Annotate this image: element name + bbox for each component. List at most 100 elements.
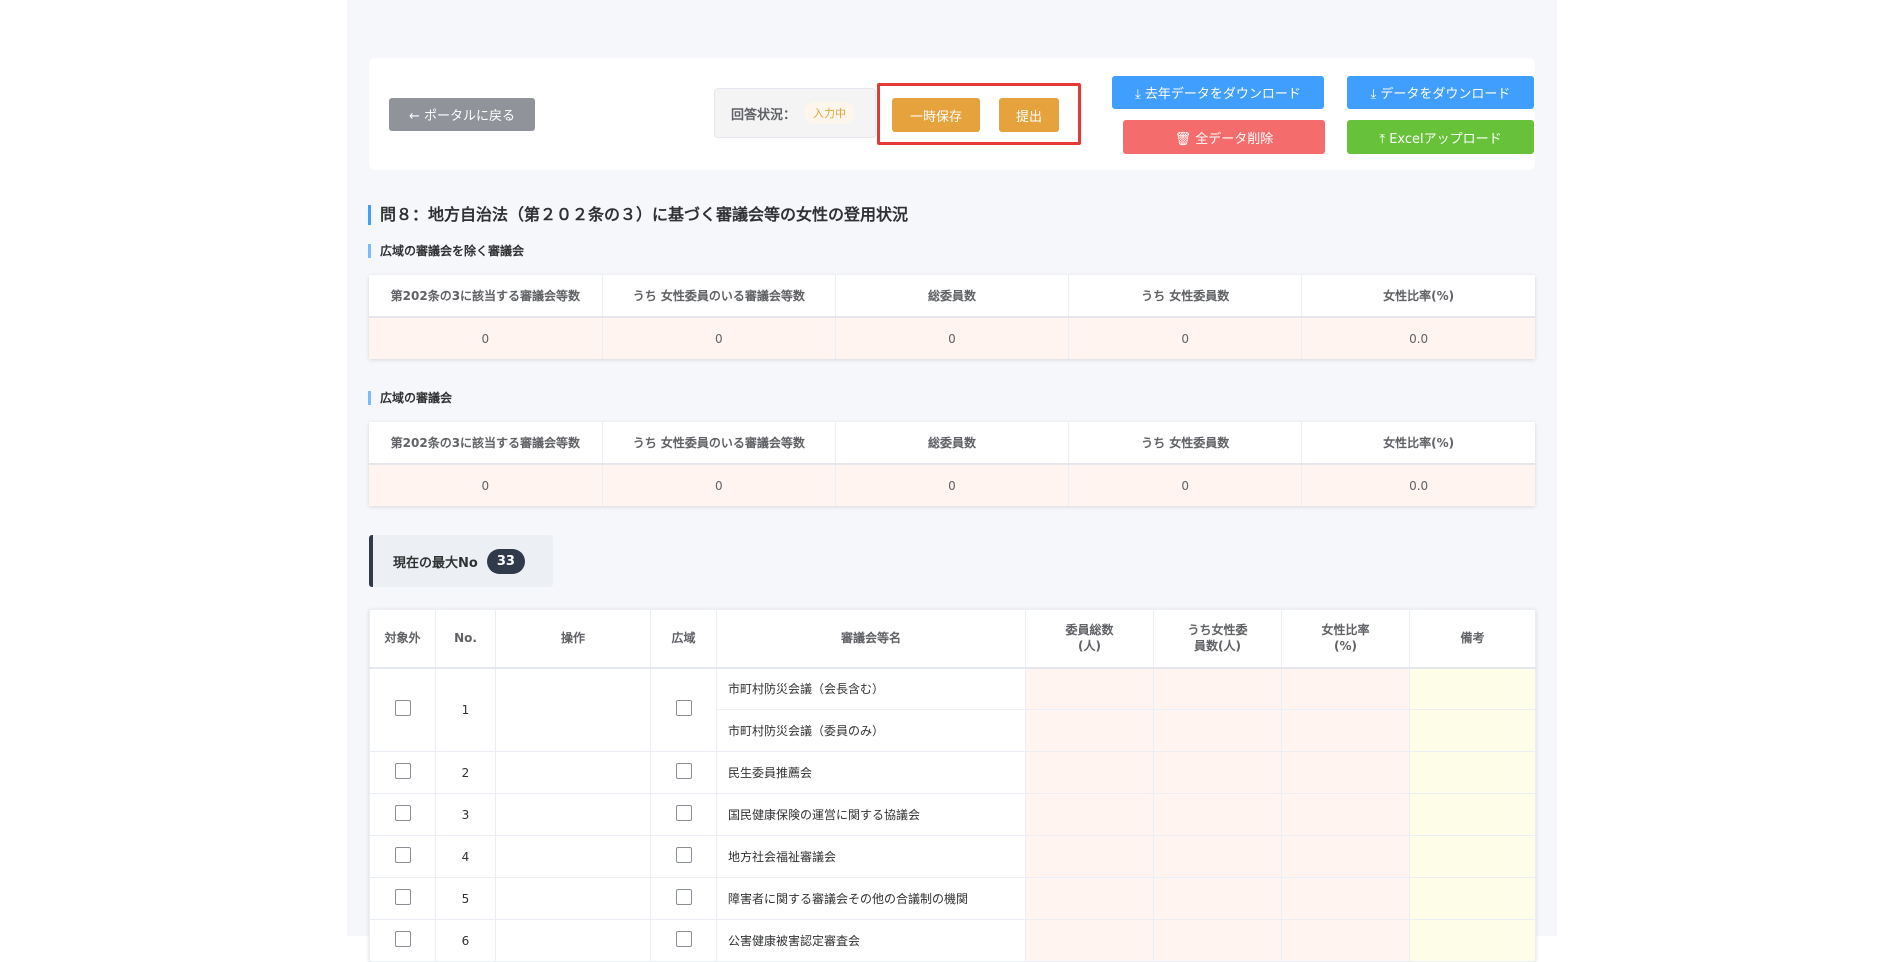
- regional-cell: [650, 919, 717, 962]
- notes-input[interactable]: [1409, 835, 1536, 878]
- notes-input[interactable]: [1409, 919, 1536, 962]
- female-members-input[interactable]: [1153, 793, 1282, 836]
- summary-header: うち 女性委員数: [1068, 275, 1303, 318]
- excluded-checkbox[interactable]: [394, 889, 411, 905]
- total-members-input[interactable]: [1025, 793, 1154, 836]
- female-members-input[interactable]: [1153, 709, 1282, 752]
- submit-button[interactable]: 提出: [999, 98, 1059, 132]
- total-members-input[interactable]: [1025, 667, 1154, 710]
- regional-checkbox[interactable]: [675, 805, 692, 821]
- col-header-council-name: 審議会等名: [716, 609, 1026, 669]
- summary-value: 0: [369, 464, 603, 506]
- council-name: 障害者に関する審議会その他の合議制の機関: [716, 877, 1026, 920]
- excluded-checkbox[interactable]: [394, 763, 411, 779]
- summary-value: 0: [1068, 464, 1303, 506]
- council-name: 市町村防災会議（委員のみ）: [716, 709, 1026, 752]
- max-no-badge: 33: [486, 548, 525, 574]
- female-members-input[interactable]: [1153, 835, 1282, 878]
- actions-cell: [495, 667, 651, 752]
- download-last-year-button[interactable]: ⤓ 去年データをダウンロード: [1112, 76, 1324, 109]
- total-members-input[interactable]: [1025, 709, 1154, 752]
- excel-upload-button[interactable]: ⤒ Excelアップロード: [1347, 120, 1534, 154]
- row-no: 2: [435, 751, 496, 794]
- female-ratio-cell: [1281, 835, 1410, 878]
- delete-all-button[interactable]: 🗑 全データ削除: [1123, 120, 1325, 154]
- temp-save-button[interactable]: 一時保存: [892, 98, 980, 132]
- row-no: 1: [435, 667, 496, 752]
- summary-header: 第202条の3に該当する審議会等数: [369, 275, 603, 318]
- total-members-input[interactable]: [1025, 835, 1154, 878]
- notes-input[interactable]: [1409, 877, 1536, 920]
- summary-header: うち 女性委員のいる審議会等数: [602, 275, 836, 318]
- total-members-input[interactable]: [1025, 877, 1154, 920]
- council-name: 国民健康保険の運営に関する協議会: [716, 793, 1026, 836]
- female-ratio-cell: [1281, 877, 1410, 920]
- col-header-total-members: 委員総数 (人): [1025, 609, 1154, 669]
- back-to-portal-button[interactable]: ← ポータルに戻る: [389, 98, 535, 131]
- table-row: 1 市町村防災会議（会長含む）: [369, 667, 1536, 752]
- section-title: 問８：地方自治法（第２０２条の３）に基づく審議会等の女性の登用状況: [368, 205, 908, 225]
- female-members-input[interactable]: [1153, 919, 1282, 962]
- notes-input[interactable]: [1409, 709, 1536, 752]
- summary-header: 女性比率(%): [1301, 422, 1535, 465]
- excluded-cell: [369, 751, 436, 794]
- summary-table-non-regional: 第202条の3に該当する審議会等数 うち 女性委員のいる審議会等数 総委員数 う…: [369, 275, 1535, 359]
- summary-header: 総委員数: [835, 275, 1070, 318]
- summary-header: 女性比率(%): [1301, 275, 1535, 318]
- actions-cell: [495, 919, 651, 962]
- notes-input[interactable]: [1409, 751, 1536, 794]
- regional-checkbox[interactable]: [675, 700, 692, 717]
- status-badge: 入力中: [804, 102, 856, 124]
- female-members-input[interactable]: [1153, 667, 1282, 710]
- table-row: 3 国民健康保険の運営に関する協議会: [369, 793, 1536, 836]
- summary-value: 0.0: [1301, 464, 1535, 506]
- notes-input[interactable]: [1409, 667, 1536, 710]
- summary-value: 0: [835, 317, 1070, 359]
- action-toolbar: ← ポータルに戻る 回答状況： 入力中 一時保存 提出 ⤓ 去年データをダウンロ…: [369, 58, 1535, 170]
- row-no: 3: [435, 793, 496, 836]
- table-row: 6 公害健康被害認定審査会: [369, 919, 1536, 962]
- regional-checkbox[interactable]: [675, 931, 692, 947]
- download-data-button[interactable]: ⤓ データをダウンロード: [1347, 76, 1534, 109]
- col-header-actions: 操作: [495, 609, 651, 669]
- summary-header: うち 女性委員のいる審議会等数: [602, 422, 836, 465]
- regional-cell: [650, 667, 717, 752]
- excluded-cell: [369, 667, 436, 752]
- female-ratio-cell: [1281, 919, 1410, 962]
- summary-value: 0: [602, 317, 836, 359]
- regional-cell: [650, 793, 717, 836]
- summary-value: 0: [1068, 317, 1303, 359]
- female-ratio-cell: [1281, 667, 1410, 710]
- summary-value: 0.0: [1301, 317, 1535, 359]
- actions-cell: [495, 877, 651, 920]
- summary-title-regional: 広域の審議会: [368, 391, 452, 405]
- answer-status: 回答状況： 入力中: [714, 88, 876, 138]
- summary-header: 第202条の3に該当する審議会等数: [369, 422, 603, 465]
- excluded-checkbox[interactable]: [394, 805, 411, 821]
- female-ratio-cell: [1281, 751, 1410, 794]
- regional-checkbox[interactable]: [675, 889, 692, 905]
- summary-table-regional: 第202条の3に該当する審議会等数 うち 女性委員のいる審議会等数 総委員数 う…: [369, 422, 1535, 506]
- col-header-excluded: 対象外: [369, 609, 436, 669]
- total-members-input[interactable]: [1025, 751, 1154, 794]
- summary-value: 0: [602, 464, 836, 506]
- regional-cell: [650, 835, 717, 878]
- excluded-cell: [369, 919, 436, 962]
- regional-checkbox[interactable]: [675, 763, 692, 779]
- excluded-cell: [369, 835, 436, 878]
- notes-input[interactable]: [1409, 793, 1536, 836]
- col-header-regional: 広域: [650, 609, 717, 669]
- summary-title-non-regional: 広域の審議会を除く審議会: [368, 244, 524, 258]
- excluded-checkbox[interactable]: [394, 931, 411, 947]
- total-members-input[interactable]: [1025, 919, 1154, 962]
- female-members-input[interactable]: [1153, 751, 1282, 794]
- female-members-input[interactable]: [1153, 877, 1282, 920]
- excluded-checkbox[interactable]: [394, 847, 411, 863]
- col-header-notes: 備考: [1409, 609, 1536, 669]
- regional-cell: [650, 751, 717, 794]
- regional-checkbox[interactable]: [675, 847, 692, 863]
- excluded-checkbox[interactable]: [394, 700, 411, 717]
- table-row: 2 民生委員推薦会: [369, 751, 1536, 794]
- row-no: 6: [435, 919, 496, 962]
- excluded-cell: [369, 877, 436, 920]
